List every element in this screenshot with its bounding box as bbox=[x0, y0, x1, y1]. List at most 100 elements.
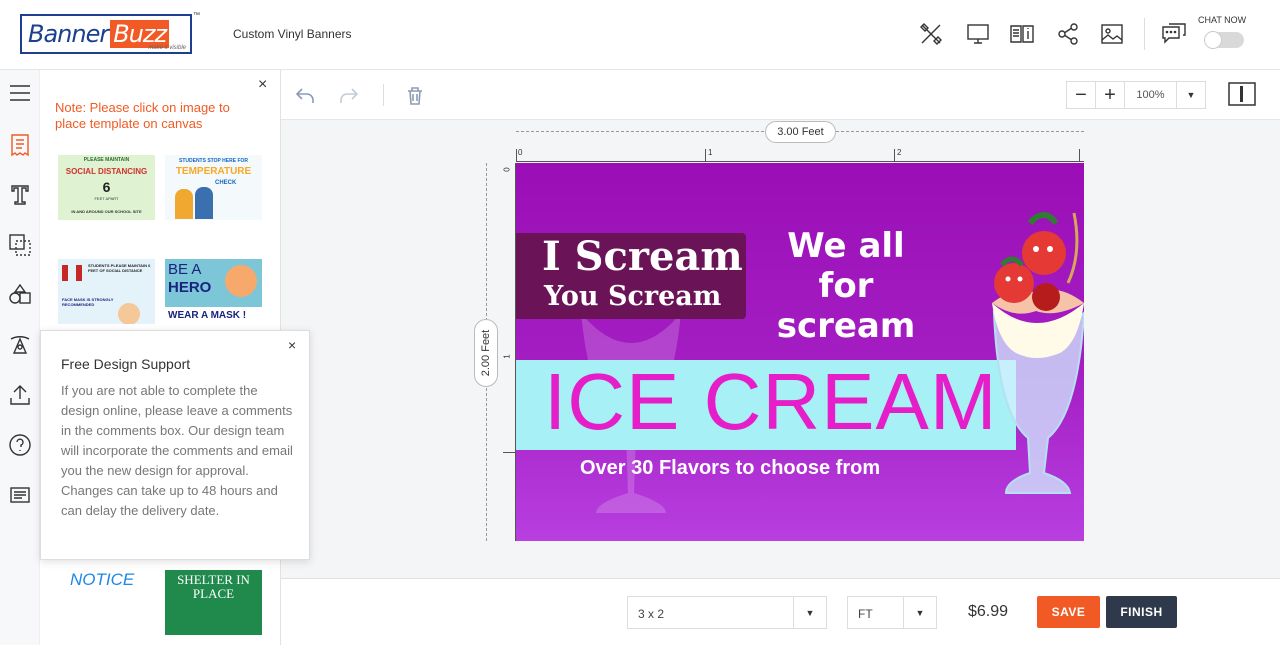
template-text: HERO bbox=[168, 279, 212, 296]
save-button[interactable]: SAVE bbox=[1037, 596, 1100, 628]
popup-close-button[interactable]: × bbox=[288, 337, 296, 353]
banner-text-we-all-for-scream[interactable]: We all for scream bbox=[771, 226, 921, 346]
toggle-knob bbox=[1204, 31, 1222, 49]
template-thumbnail-shelter-in-place[interactable]: SHELTER IN PLACE bbox=[165, 570, 262, 635]
image-icon[interactable] bbox=[1098, 20, 1126, 48]
logo-trademark: ™ bbox=[193, 12, 200, 19]
template-text: SOCIAL DISTANCING bbox=[65, 167, 148, 176]
unit-select-value: FT bbox=[858, 607, 873, 621]
price-display: $6.99 bbox=[968, 603, 1009, 620]
panel-close-button[interactable]: × bbox=[258, 76, 267, 94]
redo-icon[interactable] bbox=[336, 83, 362, 109]
banner-text-ice-cream[interactable]: ICE CREAM bbox=[544, 356, 998, 448]
ruler-tick-label: 0 bbox=[502, 167, 512, 172]
ruler-tick bbox=[1079, 149, 1080, 161]
text-tool-icon[interactable] bbox=[6, 181, 34, 209]
clipart-tool-icon[interactable] bbox=[6, 331, 34, 359]
template-text: CHECK bbox=[215, 180, 237, 186]
horizontal-ruler: 0 1 2 bbox=[516, 148, 1084, 162]
height-dimension-label: 2.00 Feet bbox=[474, 319, 498, 387]
chat-toggle[interactable] bbox=[1204, 31, 1244, 49]
size-select[interactable]: 3 x 2 ▼ bbox=[627, 596, 827, 629]
logo-word-banner: Banner bbox=[28, 20, 109, 48]
zoom-value[interactable]: 100% bbox=[1125, 82, 1177, 108]
template-text: WEAR A MASK ! bbox=[168, 310, 247, 321]
templates-icon[interactable] bbox=[6, 131, 34, 159]
zoom-out-button[interactable]: − bbox=[1067, 82, 1096, 108]
template-text: TEMPERATURE bbox=[175, 166, 252, 177]
menu-icon[interactable] bbox=[6, 79, 34, 107]
template-text: FEET APART bbox=[94, 196, 119, 201]
ruler-tick bbox=[516, 149, 517, 161]
template-text: FACE MASK IS STRONGLY RECOMMENDED bbox=[62, 297, 114, 307]
face-shape bbox=[225, 265, 257, 297]
upload-icon[interactable] bbox=[6, 381, 34, 409]
chevron-down-icon[interactable]: ▼ bbox=[793, 597, 826, 628]
preview-icon[interactable] bbox=[964, 20, 992, 48]
header-divider bbox=[1144, 18, 1145, 50]
ruler-tick-label: 1 bbox=[502, 354, 512, 359]
ruler-tick-label: 2 bbox=[897, 148, 902, 157]
popup-body: If you are not able to complete the desi… bbox=[61, 383, 293, 518]
template-thumbnail-maintain-distance[interactable]: STUDENTS PLEASE MAINTAIN 6 FEET OF SOCIA… bbox=[58, 259, 155, 324]
share-icon[interactable] bbox=[1054, 20, 1082, 48]
zoom-in-button[interactable]: + bbox=[1096, 82, 1125, 108]
toolbar-divider bbox=[383, 84, 384, 106]
zoom-control: − + 100% ▼ bbox=[1066, 81, 1206, 109]
template-text: STUDENTS PLEASE MAINTAIN 6 FEET OF SOCIA… bbox=[88, 263, 151, 273]
editor-toolbar: − + 100% ▼ bbox=[281, 70, 1280, 120]
logo-tagline: make it visible bbox=[148, 45, 186, 51]
ruler-tick bbox=[705, 149, 706, 161]
bottom-order-bar: 3 x 2 ▼ FT ▼ $6.99 SAVE FINISH bbox=[281, 578, 1280, 645]
banner-design-canvas[interactable]: I Scream You Scream We all for scream IC… bbox=[516, 163, 1084, 541]
template-text: 6 bbox=[102, 179, 111, 195]
template-text: BE A bbox=[168, 261, 202, 278]
ruler-tick-label: 1 bbox=[708, 148, 713, 157]
template-text: STUDENTS STOP HERE FOR bbox=[179, 158, 248, 164]
bannerbuzz-logo[interactable]: Banner Buzz make it visible ™ bbox=[20, 12, 200, 54]
shapes-tool-icon[interactable] bbox=[6, 281, 34, 309]
face-shape bbox=[118, 303, 140, 324]
template-thumbnail-notice[interactable]: NOTICE bbox=[58, 570, 155, 635]
chat-icon[interactable] bbox=[1160, 20, 1188, 48]
template-text: NOTICE bbox=[70, 570, 135, 589]
banner-text-i-scream[interactable]: I Scream bbox=[542, 233, 743, 280]
height-dimension-text: 2.00 Feet bbox=[480, 329, 493, 377]
finish-button[interactable]: FINISH bbox=[1106, 596, 1177, 628]
background-tool-icon[interactable] bbox=[6, 231, 34, 259]
logo-word-buzz: Buzz bbox=[110, 20, 170, 48]
template-thumbnail-be-a-hero[interactable]: BE A HERO WEAR A MASK ! bbox=[165, 259, 262, 324]
help-icon[interactable] bbox=[6, 431, 34, 459]
template-text: PLEASE MAINTAIN bbox=[83, 157, 130, 163]
design-tools-icon[interactable] bbox=[917, 20, 945, 48]
zoom-dropdown-arrow[interactable]: ▼ bbox=[1177, 82, 1205, 108]
product-title: Custom Vinyl Banners bbox=[233, 27, 352, 41]
delete-icon[interactable] bbox=[402, 83, 428, 109]
vertical-ruler: 0 1 bbox=[503, 163, 516, 541]
undo-icon[interactable] bbox=[292, 83, 318, 109]
popup-title: Free Design Support bbox=[61, 356, 191, 372]
ruler-tick bbox=[503, 452, 516, 453]
chevron-down-icon[interactable]: ▼ bbox=[903, 597, 936, 628]
product-info-icon[interactable] bbox=[1008, 20, 1036, 48]
panel-toggle-icon[interactable] bbox=[1228, 81, 1256, 107]
template-text: PLACE bbox=[192, 586, 235, 601]
chat-now-label: CHAT NOW bbox=[1198, 15, 1247, 25]
unit-select[interactable]: FT ▼ bbox=[847, 596, 937, 629]
comments-icon[interactable] bbox=[6, 481, 34, 509]
ruler-tick-label: 0 bbox=[518, 148, 523, 157]
banner-text-you-scream[interactable]: You Scream bbox=[544, 281, 721, 312]
banner-text-flavors[interactable]: Over 30 Flavors to choose from bbox=[580, 457, 880, 480]
ice-cream-sundae-graphic[interactable] bbox=[986, 193, 1084, 513]
top-header: Banner Buzz make it visible ™ Custom Vin… bbox=[0, 0, 1280, 70]
ruler-tick bbox=[894, 149, 895, 161]
size-select-value: 3 x 2 bbox=[638, 607, 665, 621]
figure-shape bbox=[76, 265, 82, 281]
template-thumbnail-temperature-check[interactable]: STUDENTS STOP HERE FOR TEMPERATURE CHECK bbox=[165, 155, 262, 220]
template-thumbnail-social-distancing[interactable]: PLEASE MAINTAIN SOCIAL DISTANCING 6 FEET… bbox=[58, 155, 155, 220]
template-text: IN AND AROUND OUR SCHOOL SITE bbox=[71, 209, 142, 214]
figure-shape bbox=[195, 187, 213, 219]
width-dimension-label: 3.00 Feet bbox=[765, 121, 836, 143]
figure-shape bbox=[175, 189, 193, 219]
panel-note: Note: Please click on image to place tem… bbox=[55, 100, 230, 131]
